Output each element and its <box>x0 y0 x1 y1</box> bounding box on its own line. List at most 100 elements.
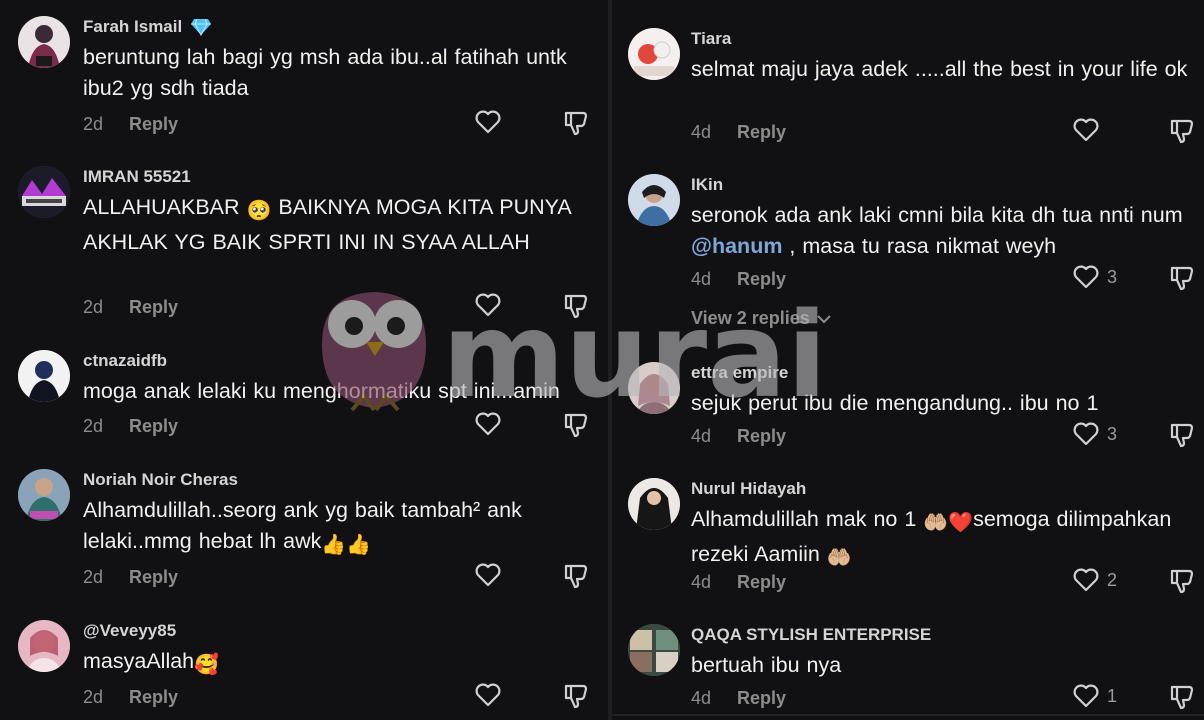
comment-text: sejuk perut ibu die mengandung.. ibu no … <box>691 391 1099 415</box>
thumbs-down-icon <box>564 684 588 709</box>
view-replies-button[interactable]: View 2 replies <box>691 308 832 329</box>
username[interactable]: Nurul Hidayah <box>691 478 1190 500</box>
like-button[interactable] <box>475 563 501 587</box>
thumbs-down-icon <box>1170 685 1194 710</box>
thumbs-down-icon <box>564 413 588 438</box>
like-button[interactable]: 3 <box>1073 422 1117 446</box>
username[interactable]: QAQA STYLISH ENTERPRISE <box>691 624 1190 646</box>
username[interactable]: IMRAN 55521 <box>83 166 594 188</box>
avatar[interactable] <box>18 469 70 521</box>
reply-button[interactable]: Reply <box>129 114 178 135</box>
comments-panel-left: Farah Ismail beruntung lah bagi yg msh a… <box>0 0 608 720</box>
thumbs-down-icon <box>1170 266 1194 291</box>
like-button[interactable] <box>475 683 501 707</box>
heart-icon <box>475 110 501 134</box>
heart-icon <box>1073 265 1099 289</box>
comment-actions: 4d Reply 1 <box>691 684 1204 712</box>
comment-actions: 4d Reply 3 <box>691 422 1204 450</box>
dislike-button[interactable] <box>563 412 589 443</box>
thumbs-down-icon <box>1170 119 1194 144</box>
comment-actions: 4d Reply <box>691 118 1204 146</box>
comment-actions: 4d Reply 2 <box>691 568 1204 596</box>
comment-text: ALLAHUAKBAR 🥺 BAIKNYA MOGA KITA PUNYA AK… <box>83 195 571 254</box>
smiling-face-hearts-emoji: 🥰 <box>194 654 220 676</box>
heart-icon <box>475 293 501 317</box>
avatar[interactable] <box>18 166 70 218</box>
praying-hands-heart-emoji: 🤲🏼❤️ <box>923 512 974 534</box>
timestamp: 4d <box>691 572 712 592</box>
comment-actions: 2d Reply <box>83 683 608 711</box>
like-button[interactable] <box>1073 118 1107 142</box>
thumbs-up-emoji: 👍👍 <box>321 534 372 556</box>
avatar[interactable] <box>628 28 680 80</box>
reply-button[interactable]: Reply <box>129 416 178 437</box>
username[interactable]: Noriah Noir Cheras <box>83 469 594 491</box>
comment-actions: 2d Reply <box>83 293 608 321</box>
diamond-icon <box>191 18 212 36</box>
username[interactable]: ctnazaidfb <box>83 350 594 372</box>
comment-text: bertuah ibu nya <box>691 653 842 677</box>
reply-button[interactable]: Reply <box>129 297 178 318</box>
pleading-face-emoji: 🥺 <box>246 200 272 222</box>
avatar[interactable] <box>628 362 680 414</box>
dislike-button[interactable] <box>563 563 589 594</box>
like-button[interactable]: 3 <box>1073 265 1117 289</box>
reply-button[interactable]: Reply <box>737 269 786 290</box>
like-button[interactable] <box>475 412 501 436</box>
comment-text: seronok ada ank laki cmni bila kita dh t… <box>691 203 1183 258</box>
avatar[interactable] <box>628 174 680 226</box>
comment-actions: 2d Reply <box>83 563 608 591</box>
like-button[interactable]: 2 <box>1073 568 1117 592</box>
username[interactable]: Farah Ismail <box>83 16 594 38</box>
dislike-button[interactable] <box>1169 118 1195 149</box>
timestamp: 2d <box>83 114 104 134</box>
comment-text: beruntung lah bagi yg msh ada ibu..al fa… <box>83 45 567 100</box>
heart-icon <box>1073 684 1099 708</box>
avatar[interactable] <box>18 620 70 672</box>
like-button[interactable] <box>475 293 501 317</box>
reply-button[interactable]: Reply <box>737 572 786 593</box>
username[interactable]: ettra empire <box>691 362 1190 384</box>
comment-text: masyaAllah🥰 <box>83 646 594 681</box>
dislike-button[interactable] <box>1169 684 1195 715</box>
avatar[interactable] <box>628 624 680 676</box>
avatar[interactable] <box>18 350 70 402</box>
timestamp: 4d <box>691 688 712 708</box>
like-button[interactable]: 1 <box>1073 684 1117 708</box>
chevron-down-icon <box>817 314 831 323</box>
heart-icon <box>1073 118 1099 142</box>
comment-actions: 2d Reply <box>83 412 608 440</box>
username[interactable]: Tiara <box>691 28 1190 50</box>
mention-link[interactable]: @hanum <box>691 234 782 258</box>
dislike-button[interactable] <box>563 293 589 324</box>
dislike-button[interactable] <box>563 683 589 714</box>
dislike-button[interactable] <box>1169 265 1195 296</box>
reply-button[interactable]: Reply <box>737 122 786 143</box>
dislike-button[interactable] <box>563 110 589 141</box>
timestamp: 4d <box>691 269 712 289</box>
thumbs-down-icon <box>1170 569 1194 594</box>
thumbs-down-icon <box>564 111 588 136</box>
like-button[interactable] <box>475 110 501 134</box>
username[interactable]: IKin <box>691 174 1190 196</box>
heart-icon <box>475 683 501 707</box>
reply-button[interactable]: Reply <box>129 567 178 588</box>
reply-button[interactable]: Reply <box>737 688 786 709</box>
heart-icon <box>475 412 501 436</box>
heart-icon <box>475 563 501 587</box>
username[interactable]: @Veveyy85 <box>83 620 594 642</box>
like-count: 3 <box>1107 423 1118 444</box>
reply-button[interactable]: Reply <box>737 426 786 447</box>
comment-text: moga anak lelaki ku menghormatiku spt in… <box>83 379 560 403</box>
dislike-button[interactable] <box>1169 568 1195 599</box>
thumbs-down-icon <box>564 294 588 319</box>
avatar[interactable] <box>18 16 70 68</box>
comment-text: selmat maju jaya adek .....all the best … <box>691 57 1188 81</box>
comment-actions: 4d Reply 3 <box>691 265 1204 293</box>
timestamp: 2d <box>83 416 104 436</box>
timestamp: 2d <box>83 567 104 587</box>
reply-button[interactable]: Reply <box>129 687 178 708</box>
dislike-button[interactable] <box>1169 422 1195 453</box>
avatar[interactable] <box>628 478 680 530</box>
like-count: 2 <box>1107 569 1118 590</box>
